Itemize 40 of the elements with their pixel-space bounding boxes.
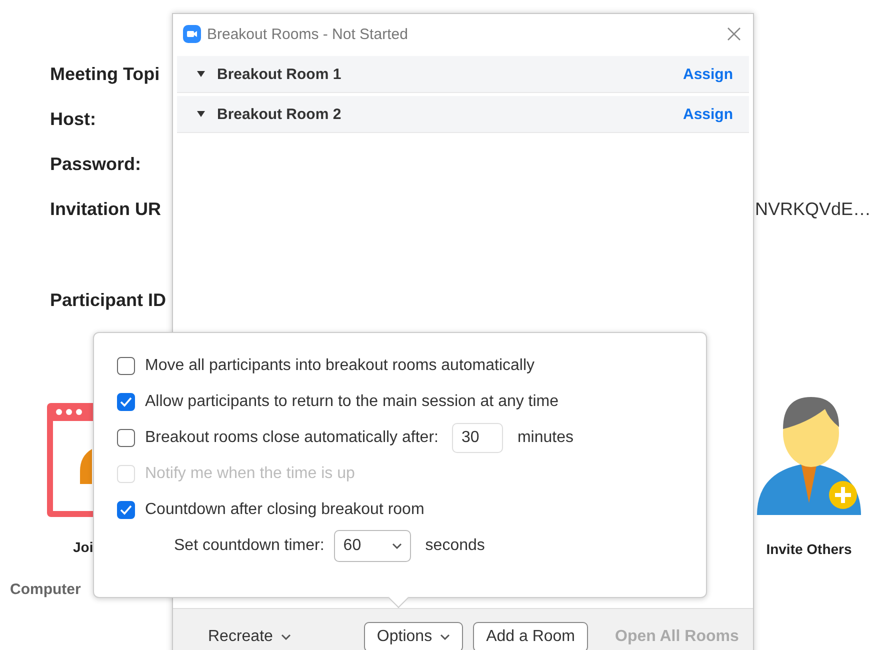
- minutes-input[interactable]: 30: [452, 423, 504, 453]
- checkbox[interactable]: [117, 501, 135, 519]
- room-name: Breakout Room 2: [217, 106, 342, 122]
- unit-label: seconds: [425, 537, 485, 555]
- footer-button[interactable]: Recreate: [195, 622, 304, 650]
- expand-triangle-icon[interactable]: [197, 71, 205, 77]
- action-label[interactable]: Invite Others: [766, 541, 852, 557]
- caret-icon: [280, 634, 291, 640]
- option-label: Allow participants to return to the main session at any time: [145, 393, 559, 411]
- footer-button[interactable]: Add a Room: [473, 622, 588, 650]
- chevron-down-icon: [392, 543, 402, 549]
- field-label: Password:: [50, 154, 142, 175]
- room-name: Breakout Room 1: [217, 66, 342, 82]
- action-label[interactable]: Joi: [73, 539, 94, 555]
- expand-triangle-icon[interactable]: [197, 111, 205, 117]
- footer-label: Computer: [10, 581, 81, 598]
- option-label: Move all participants into breakout rooms automatically: [145, 357, 535, 375]
- field-label: Host:: [50, 109, 96, 130]
- checkbox[interactable]: [117, 357, 135, 375]
- option-label: Notify me when the time is up: [145, 465, 355, 483]
- room-row[interactable]: Breakout Room 1 Assign: [177, 56, 749, 93]
- footer-button[interactable]: Options: [364, 622, 464, 650]
- field-label: Participant ID: [50, 290, 166, 311]
- unit-label: minutes: [517, 429, 574, 447]
- checkbox[interactable]: [117, 393, 135, 411]
- timer-select[interactable]: 60: [334, 530, 412, 562]
- checkbox[interactable]: [117, 429, 135, 447]
- assign-link[interactable]: Assign: [682, 106, 733, 122]
- field-value: NVRKQVdE…: [754, 199, 871, 220]
- close-button[interactable]: [727, 27, 741, 41]
- window-title: Breakout Rooms - Not Started: [207, 26, 409, 42]
- room-row[interactable]: Breakout Room 2 Assign: [177, 96, 749, 133]
- assign-link[interactable]: Assign: [682, 66, 733, 82]
- caret-icon: [440, 634, 450, 640]
- option-label: Breakout rooms close automatically after:: [145, 429, 438, 447]
- option-label: Countdown after closing breakout room: [145, 501, 424, 519]
- field-label: Invitation UR: [50, 199, 161, 220]
- option-label: Set countdown timer:: [174, 537, 324, 555]
- field-label: Meeting Topi: [50, 64, 160, 85]
- video-camera-icon: [183, 25, 201, 43]
